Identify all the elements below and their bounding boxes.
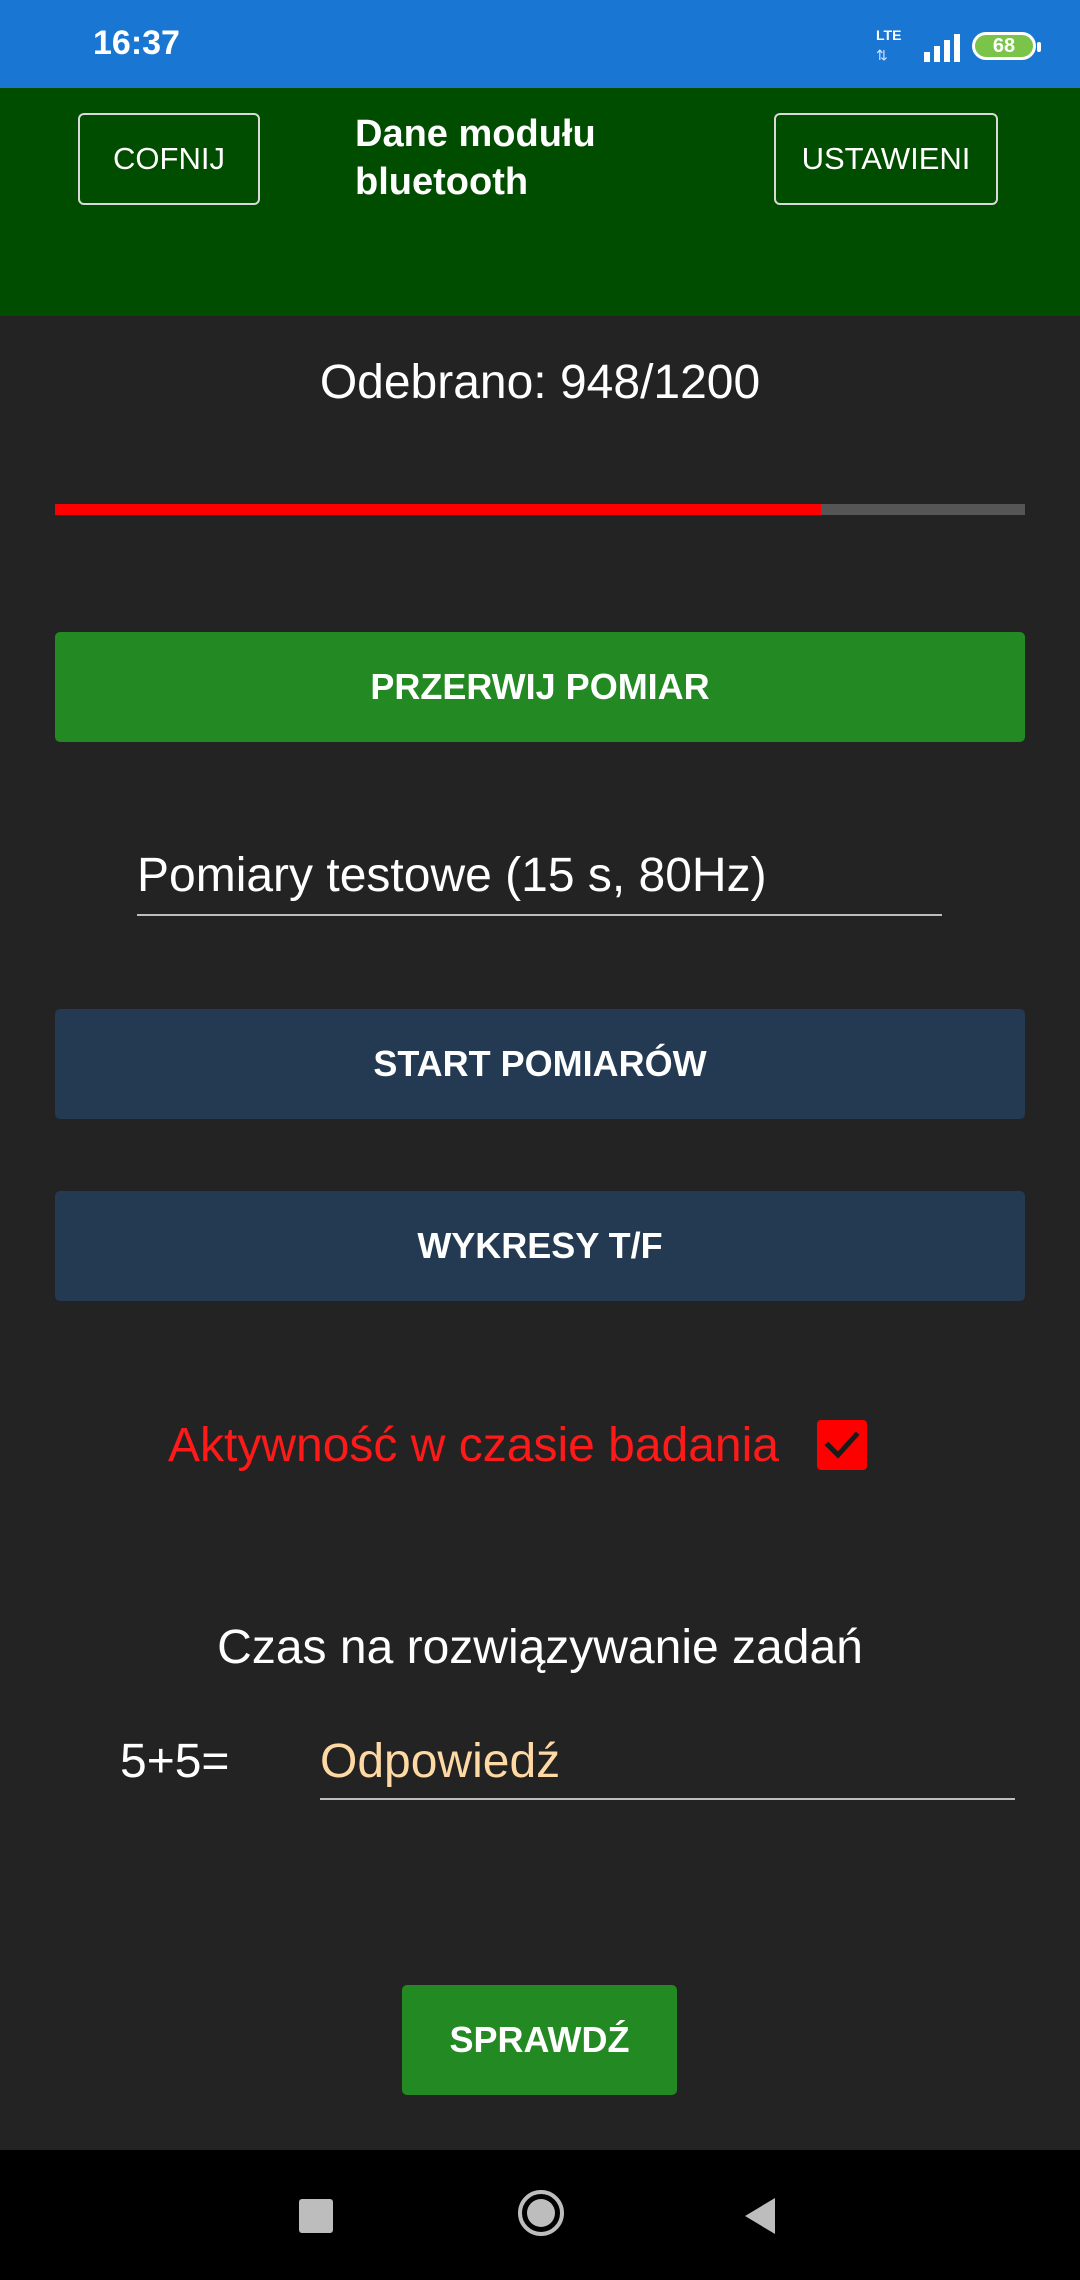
page-title: Dane modułu bluetooth	[355, 113, 596, 203]
battery-level: 68	[992, 34, 1016, 57]
progress-fill	[55, 504, 822, 515]
checkmark-icon	[824, 1431, 860, 1459]
task-equation: 5+5=	[120, 1735, 230, 1788]
back-nav-icon[interactable]	[743, 2196, 777, 2236]
task-title: Czas na rozwiązywanie zadań	[217, 1621, 863, 1674]
home-icon[interactable]	[516, 2188, 566, 2238]
activity-checkbox[interactable]	[816, 1420, 867, 1470]
progress-bar	[55, 504, 1025, 515]
status-icons: LTE ⇅ 68	[876, 26, 1041, 66]
measurement-mode-select[interactable]: Pomiary testowe (15 s, 80Hz)	[137, 842, 942, 916]
answer-input[interactable]	[320, 1728, 1010, 1794]
answer-field	[320, 1728, 1015, 1800]
received-count: Odebrano: 948/1200	[319, 356, 761, 409]
data-arrows-icon: ⇅	[876, 47, 888, 63]
activity-label: Aktywność w czasie badania	[168, 1418, 779, 1472]
status-time: 16:37	[93, 24, 180, 62]
battery-icon: 68	[972, 32, 1041, 60]
check-button[interactable]: SPRAWDŹ	[402, 1985, 677, 2095]
back-button[interactable]: COFNIJ	[78, 113, 260, 205]
start-measurements-button[interactable]: START POMIARÓW	[55, 1009, 1025, 1119]
activity-row: Aktywność w czasie badania	[168, 1415, 867, 1475]
recents-icon[interactable]	[299, 2199, 333, 2233]
charts-button[interactable]: WYKRESY T/F	[55, 1191, 1025, 1301]
measurement-mode-value: Pomiary testowe (15 s, 80Hz)	[137, 849, 767, 902]
settings-button[interactable]: USTAWIENI	[774, 113, 998, 205]
lte-icon: LTE ⇅	[876, 27, 912, 65]
signal-icon	[924, 30, 960, 62]
stop-measurement-button[interactable]: PRZERWIJ POMIAR	[55, 632, 1025, 742]
network-type: LTE	[876, 27, 902, 43]
